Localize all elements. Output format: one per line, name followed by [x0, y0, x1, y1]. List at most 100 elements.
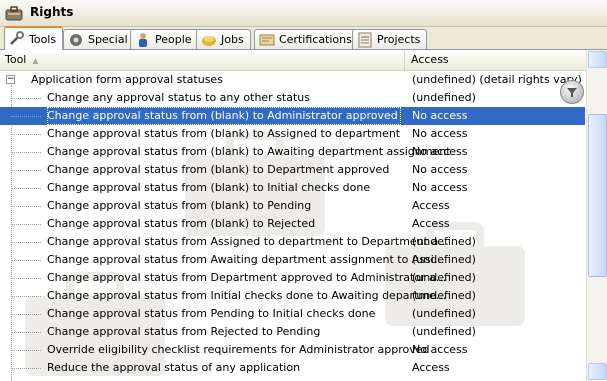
tab-tools[interactable]: Tools: [4, 26, 64, 50]
access-value[interactable]: Access: [412, 359, 450, 377]
tree-branch-line: [11, 116, 41, 117]
access-value[interactable]: (undefined): [412, 251, 476, 269]
tool-name: Change approval status from Department a…: [47, 271, 447, 284]
column-header-access[interactable]: Access: [406, 50, 591, 70]
table-row[interactable]: Change approval status from Rejected to …: [0, 323, 585, 341]
tree-branch-line: [11, 188, 41, 189]
tab-special[interactable]: Special: [63, 29, 135, 49]
tool-name: Change approval status from (blank) to A…: [47, 145, 451, 158]
tool-name: Change approval status from Rejected to …: [47, 325, 321, 338]
table-row[interactable]: Change approval status from (blank) to P…: [0, 197, 585, 215]
table-row[interactable]: Change approval status from Awaiting dep…: [0, 251, 585, 269]
rights-app-icon: [5, 6, 23, 21]
tab-label: Certifications: [279, 33, 352, 46]
tool-name: Reduce the approval status of any applic…: [47, 361, 301, 374]
filter-icon[interactable]: [560, 80, 584, 104]
tree-branch-line: [11, 242, 41, 243]
jobs-icon: [202, 35, 216, 46]
tree-branch-line: [11, 314, 41, 315]
tree-branch-line: [11, 134, 41, 135]
tree-branch-line: [11, 368, 41, 369]
tree-branch-line: [11, 170, 41, 171]
person-icon: [139, 32, 147, 47]
tree-branch-line: [11, 98, 41, 99]
scrollbar-thumb[interactable]: [588, 114, 607, 277]
tree-branch-line: [11, 296, 41, 297]
tool-name: Change approval status from Assigned to …: [47, 235, 449, 248]
access-value[interactable]: Access: [412, 197, 450, 215]
access-value[interactable]: No access: [412, 161, 468, 179]
table-row[interactable]: Change approval status from Department a…: [0, 269, 585, 287]
access-value[interactable]: No access: [412, 125, 468, 143]
projects-icon: [358, 32, 372, 47]
table-row[interactable]: Change approval status from (blank) to R…: [0, 215, 585, 233]
tab-certifications[interactable]: Certifications: [254, 29, 359, 49]
tool-name: Change approval status from (blank) to I…: [47, 181, 371, 194]
tab-people[interactable]: People: [130, 29, 199, 49]
sort-ascending-icon: ▲: [32, 56, 39, 65]
tool-name: Change approval status from Pending to I…: [47, 307, 376, 320]
tree-branch-line: [11, 350, 41, 351]
window-title: Rights: [30, 5, 74, 19]
tree-branch-line: [11, 278, 41, 279]
table-row[interactable]: Change approval status from Pending to I…: [0, 305, 585, 323]
tree-branch-line: [11, 332, 41, 333]
collapse-icon[interactable]: −: [6, 75, 15, 84]
rights-panel: Tool ▲ Access − Application form approval…: [0, 49, 607, 381]
certificate-icon: [259, 34, 275, 45]
tree-branch-line: [11, 206, 41, 207]
scroll-down-button[interactable]: [588, 363, 607, 380]
tab-label: Jobs: [221, 33, 244, 46]
gear-icon: [70, 33, 82, 46]
table-row[interactable]: Change approval status from (blank) to A…: [0, 107, 585, 125]
title-bar: Rights: [0, 0, 607, 27]
column-header-tool[interactable]: Tool ▲: [0, 50, 405, 70]
table-row[interactable]: Change approval status from Assigned to …: [0, 233, 585, 251]
access-value[interactable]: No access: [412, 107, 468, 125]
table-row[interactable]: Change any approval status to any other …: [0, 89, 585, 107]
access-value[interactable]: (undefined): [412, 89, 476, 107]
tool-name: Change approval status from (blank) to A…: [47, 127, 401, 140]
table-row[interactable]: Reduce the approval status of any applic…: [0, 359, 585, 377]
group-access: (undefined) (detail rights vary): [412, 73, 582, 86]
table-row[interactable]: Change approval status from (blank) to I…: [0, 179, 585, 197]
tab-projects[interactable]: Projects: [352, 29, 428, 49]
tab-label: Tools: [29, 32, 57, 46]
table-header: Tool ▲ Access: [0, 50, 607, 71]
tree-branch-line: [11, 224, 41, 225]
tools-icon: [10, 31, 24, 45]
tool-name: Change approval status from Awaiting dep…: [47, 253, 445, 266]
access-value[interactable]: No access: [412, 341, 468, 359]
access-value[interactable]: (undefined): [412, 323, 476, 341]
access-value[interactable]: (undefined): [412, 269, 476, 287]
tab-jobs[interactable]: Jobs: [196, 29, 251, 49]
tab-label: Special: [88, 33, 128, 46]
tool-name: Override eligibility checklist requireme…: [47, 343, 430, 356]
tab-strip: Tools Special People Jobs Certifications…: [0, 26, 607, 50]
tree-branch-line: [11, 260, 41, 261]
tool-name: Change approval status from (blank) to A…: [47, 107, 401, 125]
tool-name: Change approval status from Initial chec…: [47, 289, 447, 302]
table-row[interactable]: Override eligibility checklist requireme…: [0, 341, 585, 359]
tab-label: People: [155, 33, 192, 46]
tree-list: − Application form approval statuses (un…: [0, 71, 585, 381]
tree-group-row[interactable]: − Application form approval statuses (un…: [0, 71, 585, 89]
access-value[interactable]: Access: [412, 215, 450, 233]
access-value[interactable]: No access: [412, 179, 468, 197]
tool-name: Change approval status from (blank) to R…: [47, 217, 316, 230]
tool-name: Change approval status from (blank) to D…: [47, 163, 390, 176]
access-value[interactable]: (undefined): [412, 287, 476, 305]
group-label: Application form approval statuses: [31, 73, 223, 86]
access-value[interactable]: (undefined): [412, 305, 476, 323]
scroll-up-button[interactable]: [588, 51, 607, 68]
table-row[interactable]: Change approval status from Initial chec…: [0, 287, 585, 305]
access-value[interactable]: No access: [412, 143, 468, 161]
access-value[interactable]: (undefined): [412, 233, 476, 251]
table-row[interactable]: Change approval status from (blank) to A…: [0, 125, 585, 143]
tree-branch-line: [11, 152, 41, 153]
table-row[interactable]: Change approval status from (blank) to D…: [0, 161, 585, 179]
table-row[interactable]: Change approval status from (blank) to A…: [0, 143, 585, 161]
tab-label: Projects: [377, 33, 421, 46]
vertical-scrollbar[interactable]: [586, 50, 607, 381]
tool-name: Change approval status from (blank) to P…: [47, 199, 312, 212]
